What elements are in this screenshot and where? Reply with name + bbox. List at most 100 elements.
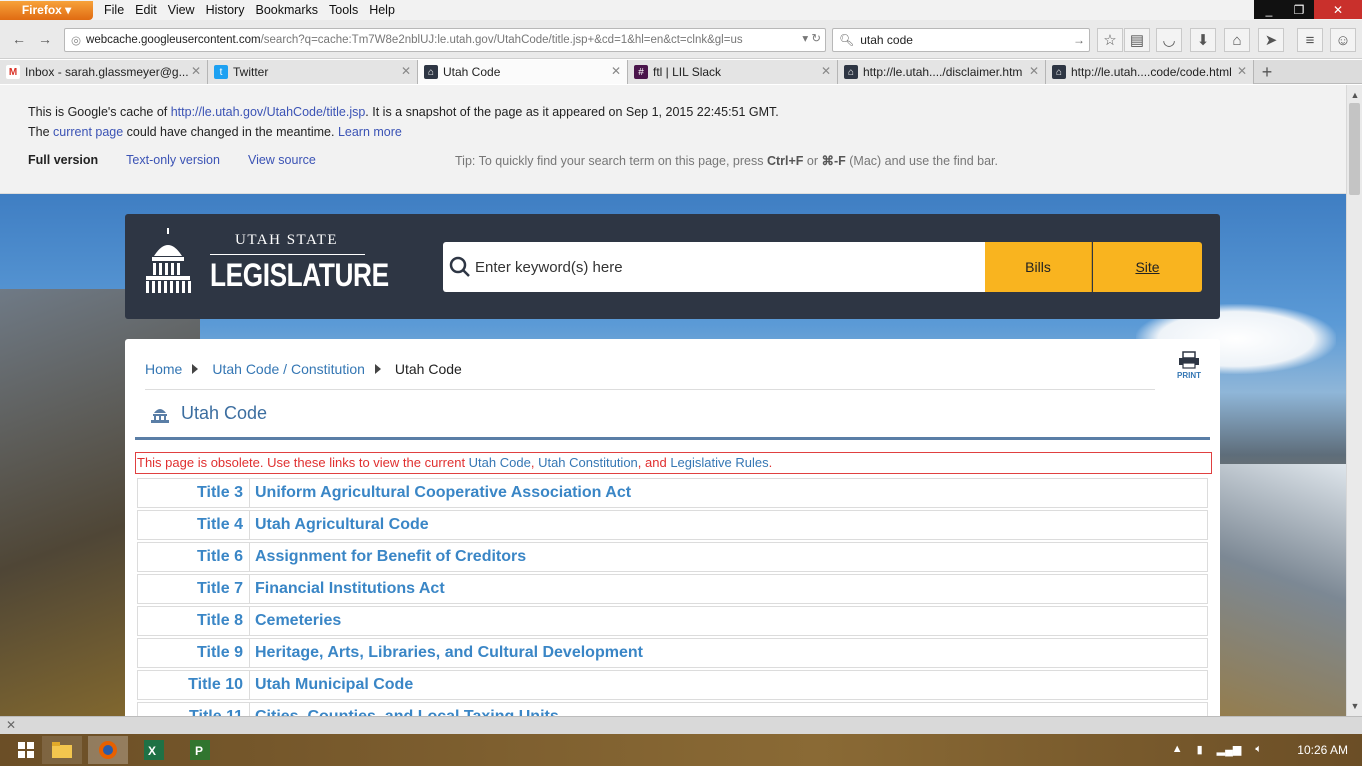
- search-bar[interactable]: 🔍︎ utah code →: [832, 28, 1090, 52]
- menu-file[interactable]: File: [104, 3, 124, 17]
- utah-capitol-icon: ⌂: [424, 65, 438, 79]
- project-icon[interactable]: P: [180, 736, 220, 764]
- title-name-link[interactable]: Utah Agricultural Code: [250, 516, 429, 534]
- title-number-link[interactable]: Title 9: [138, 638, 250, 668]
- firefox-menu-button[interactable]: Firefox ▾: [0, 0, 93, 20]
- close-tab-icon[interactable]: ✕: [611, 64, 621, 78]
- view-source-link[interactable]: View source: [248, 153, 316, 167]
- browser-window: Firefox ▾ File Edit View History Bookmar…: [0, 0, 1362, 766]
- utah-constitution-link[interactable]: Utah Constitution: [538, 455, 638, 470]
- forward-icon[interactable]: →: [34, 28, 56, 50]
- search-site-button[interactable]: Site: [1093, 242, 1202, 292]
- show-hidden-icons-icon[interactable]: ▲: [1172, 743, 1183, 756]
- menu-history[interactable]: History: [206, 3, 245, 17]
- taskbar-clock[interactable]: 10:26 AM: [1297, 743, 1348, 757]
- scroll-up-icon[interactable]: ▲: [1347, 87, 1362, 103]
- windows-start-icon[interactable]: [6, 736, 46, 764]
- network-signal-icon[interactable]: ▂▄▆: [1217, 743, 1242, 756]
- reload-icon[interactable]: ↻: [811, 33, 821, 45]
- brand-utah-state[interactable]: UTAH STATE: [235, 232, 338, 249]
- close-window-icon[interactable]: ✕: [1314, 0, 1362, 19]
- text-only-version-link[interactable]: Text-only version: [126, 153, 220, 167]
- google-cache-banner: This is Google's cache of http://le.utah…: [0, 85, 1346, 194]
- excel-icon[interactable]: X: [134, 736, 174, 764]
- file-explorer-icon[interactable]: [42, 736, 82, 764]
- tab-code-html[interactable]: ⌂ http://le.utah....code/code.html ✕: [1046, 60, 1254, 84]
- title-number-link[interactable]: Title 4: [138, 510, 250, 540]
- current-page-link[interactable]: current page: [53, 125, 123, 139]
- vertical-scrollbar[interactable]: ▲ ▼: [1346, 85, 1362, 716]
- maximize-icon[interactable]: ❐: [1284, 0, 1314, 19]
- close-tab-icon[interactable]: ✕: [1029, 64, 1039, 78]
- title-name-link[interactable]: Cemeteries: [250, 612, 341, 630]
- volume-icon[interactable]: 🔈︎: [1255, 743, 1262, 756]
- find-tip: Tip: To quickly find your search term on…: [455, 154, 998, 168]
- utah-code-link[interactable]: Utah Code: [469, 455, 531, 470]
- url-path: /search?q=cache:Tm7W8e2nblUJ:le.utah.gov…: [260, 34, 743, 46]
- breadcrumb-arrow-icon: [192, 364, 199, 374]
- title-number-link[interactable]: Title 8: [138, 606, 250, 636]
- legislative-rules-link[interactable]: Legislative Rules: [670, 455, 768, 470]
- title-name-link[interactable]: Assignment for Benefit of Creditors: [250, 548, 526, 566]
- site-identity-icon[interactable]: ◎: [71, 33, 81, 47]
- title-name-link[interactable]: Heritage, Arts, Libraries, and Cultural …: [250, 644, 643, 662]
- bookmark-star-icon[interactable]: ☆: [1097, 28, 1123, 52]
- print-button[interactable]: PRINT: [1172, 351, 1206, 380]
- learn-more-link[interactable]: Learn more: [338, 125, 402, 139]
- table-row: Title 6 Assignment for Benefit of Credito…: [137, 542, 1208, 572]
- title-name-link[interactable]: Financial Institutions Act: [250, 580, 445, 598]
- close-tab-icon[interactable]: ✕: [821, 64, 831, 78]
- cached-url-link[interactable]: http://le.utah.gov/UtahCode/title.jsp: [171, 105, 366, 119]
- close-find-bar-icon[interactable]: ✕: [6, 718, 16, 732]
- tab-twitter[interactable]: t Twitter ✕: [208, 60, 418, 84]
- search-go-icon[interactable]: →: [1073, 33, 1085, 47]
- title-name-link[interactable]: Utah Municipal Code: [250, 676, 413, 694]
- keyword-search-input[interactable]: Enter keyword(s) here: [443, 242, 985, 292]
- title-name-link[interactable]: Cities, Counties, and Local Taxing Units: [250, 708, 559, 716]
- bookmarks-menu-icon[interactable]: ▤: [1124, 28, 1150, 52]
- new-tab-icon[interactable]: +: [1254, 60, 1280, 84]
- title-number-link[interactable]: Title 3: [138, 478, 250, 508]
- title-name-link[interactable]: Uniform Agricultural Cooperative Associa…: [250, 484, 631, 502]
- pocket-icon[interactable]: ◡: [1156, 28, 1182, 52]
- scrollbar-thumb[interactable]: [1349, 103, 1360, 195]
- taskbar: X P ▲ ▮ ▂▄▆ 🔈︎ 10:26 AM: [0, 734, 1362, 766]
- menu-help[interactable]: Help: [369, 3, 395, 17]
- breadcrumb-home[interactable]: Home: [145, 361, 182, 377]
- capitol-logo-icon[interactable]: [140, 226, 200, 296]
- menu-edit[interactable]: Edit: [135, 3, 157, 17]
- url-bar[interactable]: ◎ webcache.googleusercontent.com/search?…: [64, 28, 826, 52]
- site-header: UTAH STATE LEGISLATURE Enter keyword(s) …: [125, 214, 1220, 319]
- firefox-taskbar-icon[interactable]: [88, 736, 128, 764]
- obsolete-notice: This page is obsolete. Use these links t…: [135, 452, 1212, 474]
- url-dropdown-icon[interactable]: ▾: [802, 33, 808, 45]
- send-icon[interactable]: ➤: [1258, 28, 1284, 52]
- title-number-link[interactable]: Title 6: [138, 542, 250, 572]
- menu-view[interactable]: View: [168, 3, 195, 17]
- title-number-link[interactable]: Title 7: [138, 574, 250, 604]
- hamburger-menu-icon[interactable]: ≡: [1297, 28, 1323, 52]
- minimize-icon[interactable]: _: [1254, 0, 1284, 19]
- tab-utah-code[interactable]: ⌂ Utah Code ✕: [418, 60, 628, 84]
- brand-legislature[interactable]: LEGISLATURE: [210, 257, 389, 294]
- scroll-down-icon[interactable]: ▼: [1347, 698, 1362, 714]
- home-icon[interactable]: ⌂: [1224, 28, 1250, 52]
- title-number-link[interactable]: Title 11: [138, 702, 250, 716]
- close-tab-icon[interactable]: ✕: [401, 64, 411, 78]
- menu-bookmarks[interactable]: Bookmarks: [255, 3, 318, 17]
- close-tab-icon[interactable]: ✕: [1237, 64, 1247, 78]
- chat-icon[interactable]: ☺: [1330, 28, 1356, 52]
- back-icon[interactable]: ←: [8, 28, 30, 50]
- search-bills-button[interactable]: Bills: [985, 242, 1092, 292]
- tab-disclaimer[interactable]: ⌂ http://le.utah..../disclaimer.htm ✕: [838, 60, 1046, 84]
- battery-icon[interactable]: ▮: [1197, 743, 1203, 756]
- breadcrumb-utah-code-constitution[interactable]: Utah Code / Constitution: [212, 361, 365, 377]
- menu-tools[interactable]: Tools: [329, 3, 358, 17]
- system-tray: ▲ ▮ ▂▄▆ 🔈︎: [1172, 743, 1262, 756]
- downloads-icon[interactable]: ⬇: [1190, 28, 1216, 52]
- title-number-link[interactable]: Title 10: [138, 670, 250, 700]
- tab-gmail[interactable]: M Inbox - sarah.glassmeyer@g... ✕: [0, 60, 208, 84]
- tab-slack[interactable]: # ftl | LIL Slack ✕: [628, 60, 838, 84]
- close-tab-icon[interactable]: ✕: [191, 64, 201, 78]
- find-bar: ✕: [0, 716, 1362, 734]
